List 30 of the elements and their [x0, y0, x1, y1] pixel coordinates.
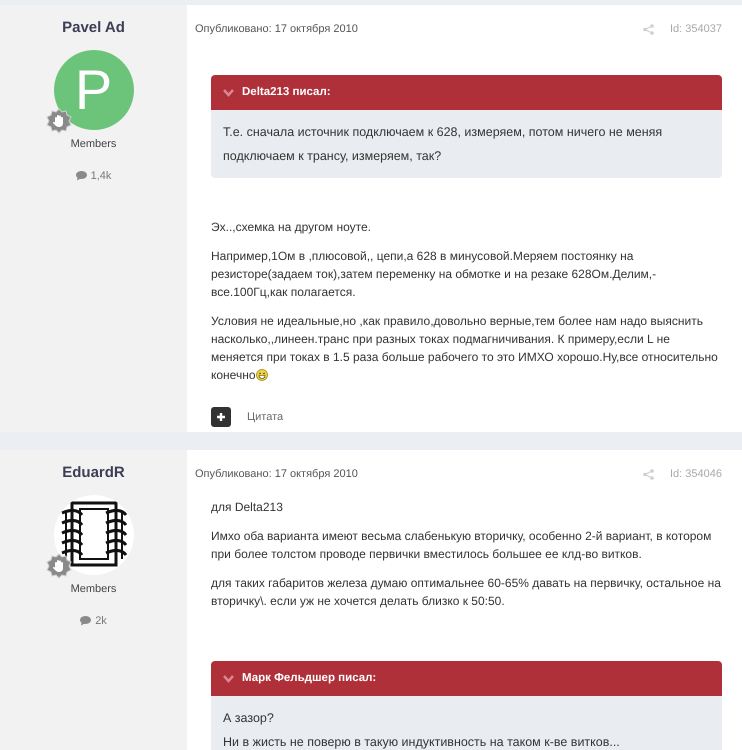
speech-bubble-icon — [80, 616, 92, 626]
share-icon[interactable] — [643, 24, 654, 34]
post-count: 1,4k — [90, 169, 112, 184]
user-group: Members — [70, 580, 116, 597]
post-count: 2k — [95, 614, 107, 629]
post-paragraph: для Delta213 — [211, 499, 284, 516]
post-paragraph: для таких габаритов железа думаю оптимальнее 60-65% давать на первичку, остальное на вторичку\. если уж не хочется делать близко к 50:50. — [211, 575, 722, 610]
share-icon[interactable] — [643, 468, 654, 480]
quote-link[interactable]: Цитата — [247, 408, 284, 426]
quote-text: Т.е. сначала источник подключаем к 628, измеряем, потом ничего не меняя подключаем к трансу, измеряем, так? — [223, 124, 664, 165]
plus-icon — [216, 412, 226, 422]
user-group: Members — [70, 136, 116, 152]
author-name[interactable]: EduardR — [62, 462, 125, 484]
author-name[interactable]: Pavel Ad — [62, 17, 125, 40]
published-date: Опубликовано: 17 октября 2010 — [195, 466, 358, 482]
post-paragraph: Условия не идеальные,но ,как правило,довольно верные,тем более нам надо выяснить насколько,,линеен.транс при разных токах подмагничивания. К примеру,если L не меняется при токах в 1.5 раза больше рабочего то это ИМХО хорошо.Ну,все относительно конечно — [211, 313, 719, 384]
post-paragraph: Имхо оба варианта имеют весьма слабенькую вторичку, особенно 2-й вариант, в котором при более толстом проводе первички вместилось большее ее клд-во витков. — [211, 528, 712, 563]
quote-author: Delta213 писал: — [242, 84, 331, 100]
post-paragraph: Например,1Ом в ,плюсовой,, цепи,а 628 в минусовой.Меряем постоянку на резисторе(задаем ток),затем переменку на обмотке и на резаке 628Ом.Делим,-все.100Гц,как полагается. — [211, 248, 658, 301]
add-button[interactable] — [211, 407, 231, 427]
chevron-down-icon[interactable] — [223, 674, 234, 682]
hand-badge-icon — [46, 552, 72, 578]
published-date: Опубликовано: 17 октября 2010 — [195, 22, 358, 37]
quote-text: А зазор? — [223, 710, 275, 727]
speech-bubble-icon — [76, 171, 87, 182]
quote-text: Ни в жисть не поверю в такую индуктивность на таком к-ве витков... — [223, 734, 621, 750]
chevron-down-icon[interactable] — [223, 88, 234, 96]
post-paragraph: Эх..,схемка на другом ноуте. — [211, 219, 372, 236]
quote-author: Марк Фельдшер писал: — [242, 670, 376, 686]
hand-badge-icon — [46, 108, 72, 134]
